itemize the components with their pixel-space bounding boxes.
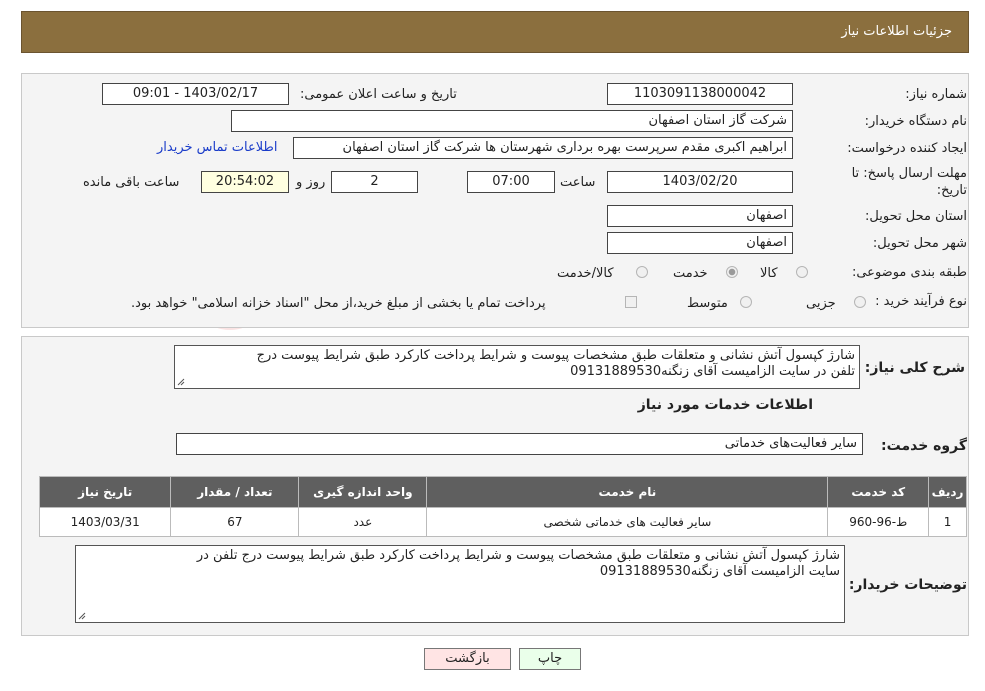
page-title: جزئیات اطلاعات نیاز [841, 24, 952, 39]
category-option-service: خدمت [673, 266, 708, 281]
purchase-option-minor: جزیی [806, 296, 836, 311]
cell-quantity: 67 [170, 507, 300, 537]
remaining-time-field: 20:54:02 [201, 171, 289, 193]
cell-service-name: سایر فعالیت های خدماتی شخصی [426, 507, 829, 537]
buyer-notes-line-2: سایت الزامیست آقای زنگنه09131889530 [599, 564, 840, 579]
summary-label: شرح کلی نیاز: [864, 360, 965, 376]
cell-service-code: ط-96-960 [827, 507, 930, 537]
days-label: روز و [296, 175, 326, 190]
deadline-time-field: 07:00 [467, 171, 555, 193]
need-number-label: شماره نیاز: [905, 87, 967, 102]
province-label: استان محل تحویل: [865, 209, 967, 224]
purchase-note: پرداخت تمام یا بخشی از مبلغ خرید،از محل … [131, 296, 546, 311]
services-section-title: اطلاعات خدمات مورد نیاز [637, 397, 813, 413]
print-button[interactable]: چاپ [519, 648, 581, 670]
col-service-code: کد خدمت [827, 476, 930, 508]
service-group-field: سایر فعالیت‌های خدماتی [176, 433, 863, 455]
purchase-radio-medium[interactable] [740, 296, 752, 308]
province-field: اصفهان [607, 205, 793, 227]
resize-grip-icon[interactable] [177, 378, 185, 386]
resize-grip-icon[interactable] [78, 612, 86, 620]
col-unit: واحد اندازه گیری [298, 476, 428, 508]
services-table-wrap: تاریخ نیاز تعداد / مقدار واحد اندازه گیر… [38, 476, 967, 537]
cell-row-number: 1 [928, 507, 967, 537]
services-table: تاریخ نیاز تعداد / مقدار واحد اندازه گیر… [38, 476, 967, 537]
buyer-org-label: نام دستگاه خریدار: [864, 114, 967, 129]
buyer-notes-line-1: شارژ کپسول آتش نشانی و متعلقات طبق مشخصا… [196, 548, 840, 563]
purchase-option-medium: متوسط [687, 296, 728, 311]
cell-unit: عدد [298, 507, 428, 537]
city-label: شهر محل تحویل: [872, 236, 967, 251]
need-number-field: 1103091138000042 [607, 83, 793, 105]
col-row-number: ردیف [928, 476, 967, 508]
purchase-type-label: نوع فرآیند خرید : [875, 294, 967, 309]
announce-date-field: 1403/02/17 - 09:01 [102, 83, 289, 105]
announce-date-label: تاریخ و ساعت اعلان عمومی: [300, 87, 457, 102]
category-radio-service[interactable] [726, 266, 738, 278]
table-row: 1403/03/31 67 عدد سایر فعالیت های خدماتی… [38, 507, 967, 537]
summary-textarea[interactable]: شارژ کپسول آتش نشانی و متعلقات طبق مشخصا… [174, 345, 860, 389]
category-radio-goods-service[interactable] [636, 266, 648, 278]
creator-label: ایجاد کننده درخواست: [847, 141, 967, 156]
category-option-goods-service: کالا/خدمت [557, 266, 614, 281]
service-group-label: گروه خدمت: [881, 438, 967, 454]
remaining-label: ساعت باقی مانده [83, 175, 180, 190]
deadline-label: مهلت ارسال پاسخ: تا [851, 166, 967, 181]
summary-line-2: تلفن در سایت الزامیست آقای زنگنه09131889… [570, 364, 855, 379]
deadline-time-label: ساعت [560, 175, 596, 190]
category-label: طبقه بندی موضوعی: [851, 265, 967, 280]
days-field: 2 [331, 171, 418, 193]
city-field: اصفهان [607, 232, 793, 254]
buyer-org-field: شرکت گاز استان اصفهان [231, 110, 793, 132]
contact-buyer-link[interactable]: اطلاعات تماس خریدار [157, 140, 277, 155]
treasury-checkbox[interactable] [625, 296, 637, 308]
buyer-notes-textarea[interactable]: شارژ کپسول آتش نشانی و متعلقات طبق مشخصا… [75, 545, 845, 623]
category-radio-goods[interactable] [796, 266, 808, 278]
creator-field: ابراهیم اکبری مقدم سرپرست بهره برداری شه… [293, 137, 793, 159]
deadline-date-field: 1403/02/20 [607, 171, 793, 193]
summary-line-1: شارژ کپسول آتش نشانی و متعلقات طبق مشخصا… [256, 348, 855, 363]
page-header: جزئیات اطلاعات نیاز [21, 11, 969, 53]
col-service-name: نام خدمت [426, 476, 829, 508]
cell-need-date: 1403/03/31 [38, 507, 172, 537]
buyer-notes-label: توضیحات خریدار: [848, 577, 967, 593]
back-button[interactable]: بازگشت [424, 648, 511, 670]
category-option-goods: کالا [760, 266, 778, 281]
col-quantity: تعداد / مقدار [170, 476, 300, 508]
col-need-date: تاریخ نیاز [38, 476, 172, 508]
purchase-radio-minor[interactable] [854, 296, 866, 308]
deadline-label-date: تاریخ: [936, 183, 967, 198]
table-header-row: تاریخ نیاز تعداد / مقدار واحد اندازه گیر… [38, 476, 967, 508]
